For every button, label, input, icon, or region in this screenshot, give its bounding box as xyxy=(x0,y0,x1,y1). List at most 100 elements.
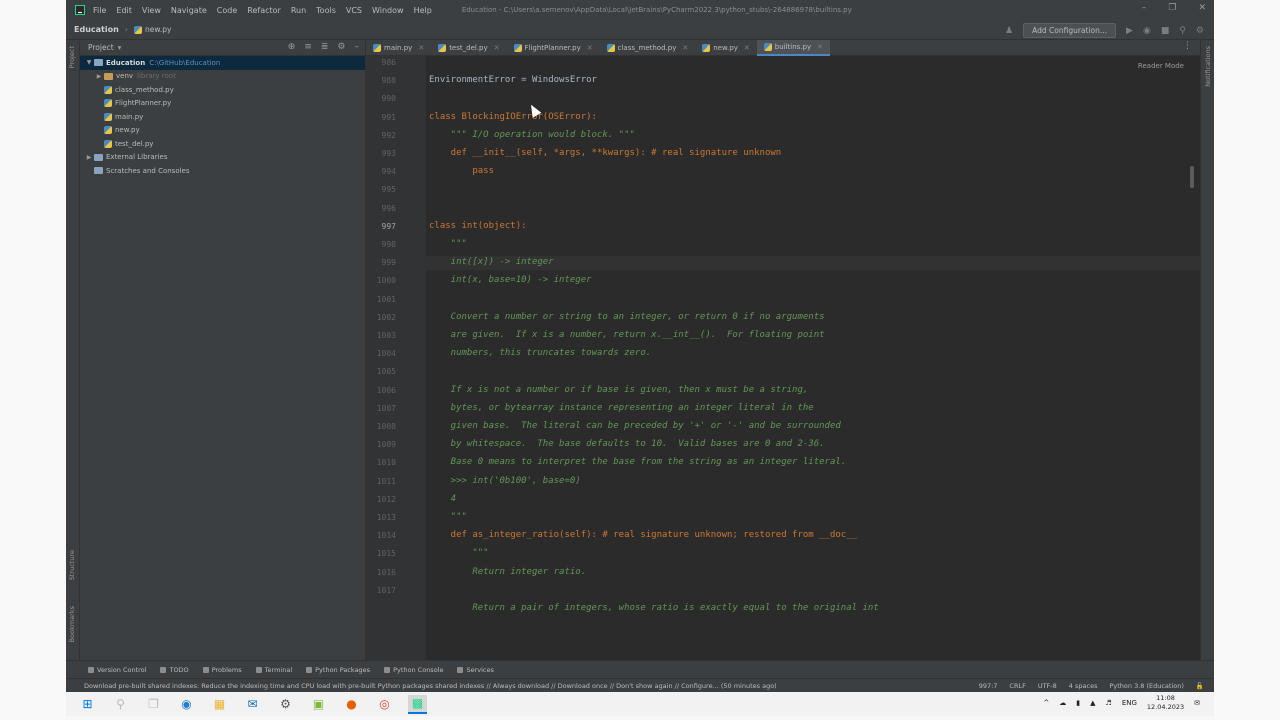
chevron-down-icon[interactable]: ▼ xyxy=(84,59,94,66)
windows-start-icon[interactable]: ⊞ xyxy=(78,695,97,714)
code-line: pass xyxy=(429,166,495,177)
notification-center-icon[interactable]: ✉ xyxy=(1194,699,1200,707)
menu-vcs[interactable]: VCS xyxy=(346,6,362,15)
menu-file[interactable]: File xyxy=(93,6,106,15)
chevron-up-icon[interactable]: ^ xyxy=(1043,699,1049,707)
reader-mode-toggle[interactable]: Reader Mode xyxy=(1138,62,1184,70)
menu-run[interactable]: Run xyxy=(291,6,306,15)
app-green-icon[interactable]: ▣ xyxy=(309,695,328,714)
code-editor[interactable]: 986 988 990 991 992 993 994 995 996 997 998 999 1000… xyxy=(366,56,1200,660)
file-explorer-icon[interactable]: ▦ xyxy=(210,695,229,714)
tool-python-packages[interactable]: Python Packages xyxy=(306,666,370,674)
close-tab-icon[interactable]: ✕ xyxy=(682,44,688,52)
restore-icon[interactable]: ❐ xyxy=(1168,3,1176,13)
menu-code[interactable]: Code xyxy=(217,6,237,15)
firefox-icon[interactable]: ● xyxy=(342,695,361,714)
chrome-icon[interactable]: ◎ xyxy=(375,695,394,714)
line-separator[interactable]: CRLF xyxy=(1009,682,1025,690)
language-indicator[interactable]: ENG xyxy=(1122,699,1137,707)
menu-tools[interactable]: Tools xyxy=(316,6,336,15)
tool-python-console[interactable]: Python Console xyxy=(384,666,443,674)
mail-icon[interactable]: ✉ xyxy=(243,695,262,714)
add-configuration-button[interactable]: Add Configuration... xyxy=(1023,23,1117,38)
tool-services[interactable]: Services xyxy=(457,666,494,674)
search-icon[interactable]: ⚲ xyxy=(1179,26,1186,36)
project-tool-button[interactable]: Project xyxy=(68,46,76,68)
breadcrumb-file[interactable]: new.py xyxy=(134,25,171,34)
gear-icon[interactable]: ⚙ xyxy=(337,42,345,52)
chevron-right-icon[interactable]: ▶ xyxy=(84,154,94,161)
notifications-tool-button[interactable]: Notifications xyxy=(1204,46,1212,87)
collapse-all-icon[interactable]: ≣ xyxy=(321,42,329,52)
editor-scrollbar[interactable] xyxy=(1190,166,1194,188)
chevron-down-icon[interactable]: ▾ xyxy=(118,43,122,52)
app-icon[interactable]: ⚙ xyxy=(276,695,295,714)
tab-test-del[interactable]: test_del.py ✕ xyxy=(431,40,506,56)
line-number: 1007 xyxy=(376,403,396,413)
indent-setting[interactable]: 4 spaces xyxy=(1069,682,1098,690)
close-tab-icon[interactable]: ✕ xyxy=(494,44,500,52)
network-icon[interactable]: ▲ xyxy=(1090,699,1095,707)
menu-refactor[interactable]: Refactor xyxy=(247,6,281,15)
menu-view[interactable]: View xyxy=(142,6,161,15)
tab-main[interactable]: main.py ✕ xyxy=(366,40,431,56)
user-icon[interactable]: ♟ xyxy=(1005,26,1013,36)
tree-item-venv[interactable]: ▶ venv library root xyxy=(80,70,365,84)
tree-item-file[interactable]: main.py xyxy=(80,110,365,124)
run-icon[interactable]: ▶ xyxy=(1126,26,1133,36)
chevron-right-icon[interactable]: ▶ xyxy=(94,73,104,80)
locate-icon[interactable]: ⊕ xyxy=(288,42,296,52)
tree-item-scratches[interactable]: Scratches and Consoles xyxy=(80,164,365,178)
tool-terminal[interactable]: Terminal xyxy=(255,665,293,674)
onedrive-icon[interactable]: ☁ xyxy=(1059,699,1066,707)
hide-icon[interactable]: – xyxy=(355,42,360,52)
close-icon[interactable]: ✕ xyxy=(1198,3,1206,13)
settings-icon[interactable]: ⚙ xyxy=(1196,26,1204,36)
tab-flightplanner[interactable]: FlightPlanner.py ✕ xyxy=(507,40,600,56)
tree-item-root[interactable]: ▼ Education C:\GitHub\Education xyxy=(80,56,365,70)
tool-todo[interactable]: TODO xyxy=(160,666,189,674)
debug-icon[interactable]: ◉ xyxy=(1143,26,1151,36)
bookmarks-tool-button[interactable]: Bookmarks xyxy=(68,606,76,642)
battery-icon[interactable]: ▮ xyxy=(1076,699,1080,707)
services-icon xyxy=(457,666,464,673)
tree-item-file[interactable]: test_del.py xyxy=(80,137,365,151)
caret-position[interactable]: 997:7 xyxy=(979,682,998,690)
close-tab-icon[interactable]: ✕ xyxy=(587,44,593,52)
close-tab-icon[interactable]: ✕ xyxy=(418,44,424,52)
tab-new[interactable]: new.py ✕ xyxy=(695,40,757,56)
tool-version-control[interactable]: Version Control xyxy=(88,666,146,674)
status-message[interactable]: Download pre-built shared indexes: Reduc… xyxy=(84,682,777,690)
menu-help[interactable]: Help xyxy=(414,6,432,15)
search-icon[interactable]: ⚲ xyxy=(111,695,130,714)
tool-label: Terminal xyxy=(264,665,293,674)
file-encoding[interactable]: UTF-8 xyxy=(1038,682,1057,690)
edge-icon[interactable]: ◉ xyxy=(177,695,196,714)
python-interpreter[interactable]: Python 3.8 (Education) xyxy=(1109,682,1183,690)
close-tab-icon[interactable]: ✕ xyxy=(744,44,750,52)
project-panel-title[interactable]: Project xyxy=(88,43,114,52)
tool-problems[interactable]: Problems xyxy=(202,665,242,674)
tool-label: Problems xyxy=(211,665,242,674)
tree-item-file[interactable]: new.py xyxy=(80,124,365,138)
stop-icon[interactable]: ■ xyxy=(1161,26,1170,36)
clock[interactable]: 11:08 12.04.2023 xyxy=(1147,694,1184,712)
structure-tool-button[interactable]: Structure xyxy=(68,550,76,580)
tree-item-external-libraries[interactable]: ▶ External Libraries xyxy=(80,151,365,165)
tab-class-method[interactable]: class_method.py ✕ xyxy=(600,40,696,56)
expand-all-icon[interactable]: ≡ xyxy=(304,42,312,52)
tree-item-file[interactable]: class_method.py xyxy=(80,83,365,97)
menu-navigate[interactable]: Navigate xyxy=(171,6,207,15)
menu-edit[interactable]: Edit xyxy=(116,6,132,15)
lock-icon[interactable]: 🔓 xyxy=(1196,682,1204,690)
pycharm-taskbar-icon[interactable]: ▩ xyxy=(408,694,427,714)
menu-window[interactable]: Window xyxy=(372,6,404,15)
tree-item-file[interactable]: FlightPlanner.py xyxy=(80,97,365,111)
more-tabs-icon[interactable]: ⋮ xyxy=(1183,41,1192,51)
task-view-icon[interactable]: ❐ xyxy=(144,695,163,714)
close-tab-icon[interactable]: ✕ xyxy=(817,43,823,51)
volume-icon[interactable]: ♬ xyxy=(1106,699,1112,707)
minimize-icon[interactable]: – xyxy=(1142,3,1147,13)
breadcrumb-project[interactable]: Education xyxy=(74,25,119,34)
tab-builtins[interactable]: builtins.py ✕ xyxy=(756,39,830,56)
